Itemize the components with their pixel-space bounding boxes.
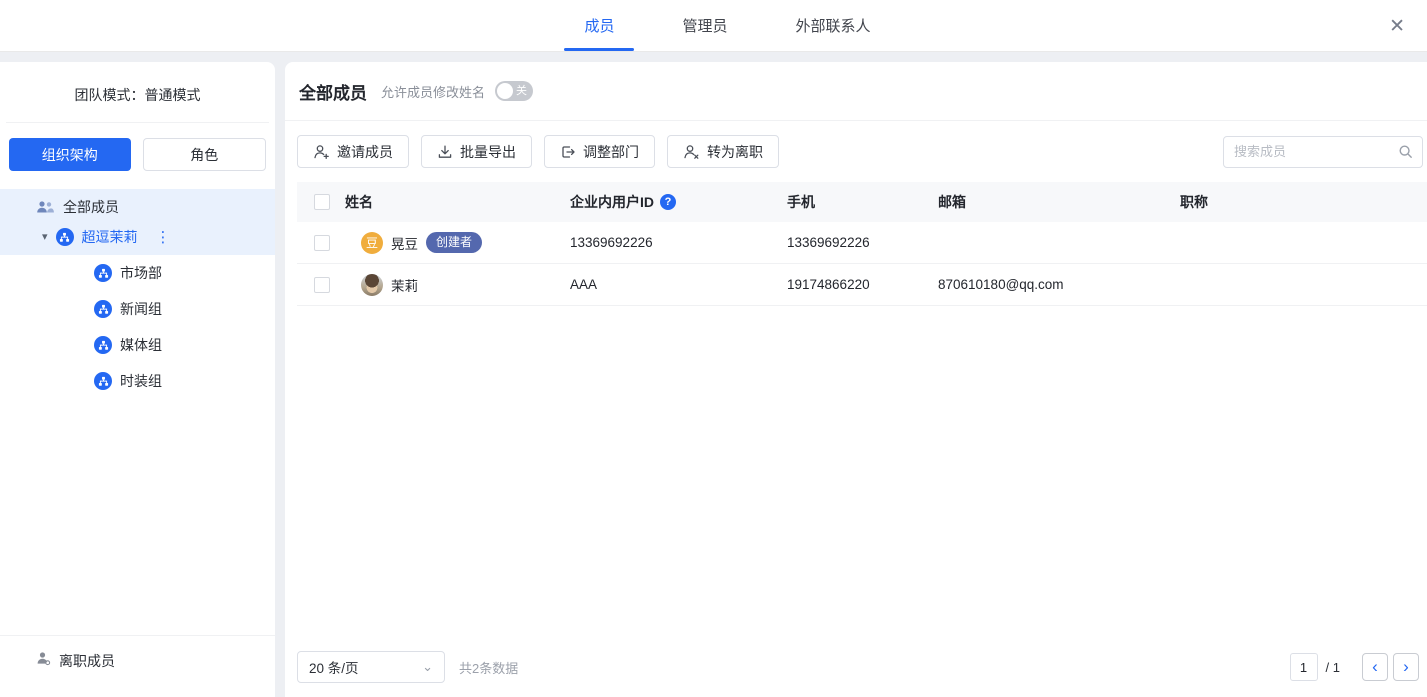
content-area: 团队模式：普通模式 组织架构 角色 全部成员 ▾ 超逗茉莉 ⋮ 市场部 新闻组 … (0, 62, 1427, 697)
member-name-cell: 茉莉 (345, 273, 570, 296)
top-tab-bar: 成员 管理员 外部联系人 ✕ (0, 0, 1427, 52)
column-header-user-id: 企业内用户ID ? (570, 192, 787, 212)
org-structure-button[interactable]: 组织架构 (9, 138, 131, 171)
department-icon (55, 228, 74, 246)
allow-rename-label: 允许成员修改姓名 (381, 84, 486, 100)
adjust-department-button[interactable]: 调整部门 (544, 135, 655, 168)
close-icon[interactable]: ✕ (1383, 0, 1411, 52)
avatar (361, 273, 383, 296)
tab-members[interactable]: 成员 (564, 0, 635, 51)
search-input[interactable] (1234, 144, 1398, 159)
column-header-title: 职称 (1180, 194, 1208, 210)
member-phone: 19174866220 (787, 277, 870, 292)
more-options-icon[interactable]: ⋮ (156, 228, 171, 246)
current-page-box[interactable]: 1 (1289, 653, 1318, 681)
column-header-name: 姓名 (345, 194, 373, 210)
chevron-down-icon: ⌄ (422, 659, 433, 674)
tree-item-department[interactable]: 市场部 (0, 255, 275, 291)
invite-member-icon (313, 144, 330, 160)
tree-item-label: 时装组 (120, 373, 162, 389)
team-mode-label: 团队模式：普通模式 (74, 87, 201, 103)
sidebar: 团队模式：普通模式 组织架构 角色 全部成员 ▾ 超逗茉莉 ⋮ 市场部 新闻组 … (0, 62, 275, 697)
tree-item-label: 全部成员 (63, 199, 119, 215)
selected-tree-block: 全部成员 ▾ 超逗茉莉 ⋮ (0, 189, 275, 255)
department-icon (94, 300, 112, 318)
pagination: 1 / 1 ‹ › (1289, 653, 1419, 681)
creator-badge: 创建者 (426, 232, 483, 253)
tree-item-all-members[interactable]: 全部成员 (0, 192, 275, 222)
tab-admins[interactable]: 管理员 (662, 0, 747, 51)
allow-rename-toggle[interactable]: 关 (495, 81, 534, 101)
column-header-email: 邮箱 (938, 194, 966, 210)
next-page-button[interactable]: › (1393, 653, 1419, 681)
help-icon[interactable]: ? (660, 194, 676, 210)
members-group-icon (36, 200, 55, 215)
invite-member-button[interactable]: 邀请成员 (297, 135, 409, 168)
button-label: 邀请成员 (337, 143, 393, 160)
department-icon (94, 264, 112, 282)
row-checkbox[interactable] (314, 276, 330, 293)
avatar: 豆 (361, 231, 383, 254)
search-box (1223, 135, 1423, 168)
tree-item-department[interactable]: 时装组 (0, 363, 275, 399)
prev-page-button[interactable]: ‹ (1362, 653, 1388, 681)
tree-item-company[interactable]: ▾ 超逗茉莉 ⋮ (0, 222, 275, 252)
department-icon (94, 336, 112, 354)
resigned-members-item[interactable]: 离职成员 (0, 635, 275, 697)
search-icon[interactable] (1398, 144, 1413, 159)
member-email: 870610180@qq.com (938, 277, 1064, 292)
column-header-phone: 手机 (787, 194, 815, 210)
tree-item-label: 媒体组 (120, 337, 162, 353)
total-pages-label: / 1 (1325, 659, 1340, 675)
person-remove-icon (683, 144, 700, 160)
button-label: 调整部门 (583, 143, 639, 160)
move-out-icon (560, 144, 576, 160)
row-checkbox[interactable] (314, 234, 330, 251)
tree-item-department[interactable]: 媒体组 (0, 327, 275, 363)
tree-item-label: 超逗茉莉 (81, 229, 138, 245)
table-header-row: 姓名 企业内用户ID ? 手机 邮箱 职称 (297, 182, 1427, 222)
member-phone: 13369692226 (787, 235, 870, 250)
caret-down-icon[interactable]: ▾ (42, 231, 48, 243)
department-icon (94, 372, 112, 390)
button-label: 转为离职 (707, 143, 763, 160)
table-footer: 20 条/页 ⌄ 共2条数据 1 / 1 ‹ › (297, 651, 1419, 683)
org-tree: 全部成员 ▾ 超逗茉莉 ⋮ 市场部 新闻组 媒体组 时装组 (0, 189, 275, 399)
total-count-label: 共2条数据 (459, 660, 519, 676)
resigned-person-icon (36, 651, 51, 666)
page-size-value: 20 条/页 (309, 661, 359, 676)
toolbar: 邀请成员 批量导出 调整部门 转为离职 搜索成员 (285, 121, 1427, 182)
tree-item-department[interactable]: 新闻组 (0, 291, 275, 327)
tab-group: 成员 管理员 外部联系人 (564, 0, 890, 51)
member-name: 晃豆 (391, 236, 418, 252)
toggle-knob (497, 83, 514, 99)
button-label: 批量导出 (460, 143, 516, 160)
tab-external-contacts[interactable]: 外部联系人 (776, 0, 891, 51)
convert-to-resigned-button[interactable]: 转为离职 (667, 135, 779, 168)
main-panel: 全部成员 允许成员修改姓名 关 邀请成员 批量导出 调整部门 转为离职 搜索成员… (285, 62, 1427, 697)
member-name-cell: 豆 晃豆 创建者 (345, 231, 570, 254)
main-header: 全部成员 允许成员修改姓名 关 (285, 62, 1427, 121)
toggle-state-label: 关 (516, 84, 528, 97)
member-user-id: AAA (570, 277, 598, 292)
member-user-id: 13369692226 (570, 235, 653, 250)
role-button[interactable]: 角色 (142, 138, 266, 171)
download-icon (437, 144, 453, 160)
resigned-members-label: 离职成员 (59, 653, 115, 669)
table-row[interactable]: 豆 晃豆 创建者 13369692226 13369692226 (297, 222, 1427, 264)
select-all-checkbox[interactable] (314, 194, 330, 210)
page-size-select[interactable]: 20 条/页 ⌄ (297, 651, 445, 683)
table-row[interactable]: 茉莉 AAA 19174866220 870610180@qq.com (297, 264, 1427, 306)
sidebar-mode-buttons: 组织架构 角色 (0, 123, 275, 179)
page-title: 全部成员 (299, 83, 367, 103)
tree-item-label: 新闻组 (120, 301, 162, 317)
tree-item-label: 市场部 (120, 265, 162, 281)
batch-export-button[interactable]: 批量导出 (421, 135, 532, 168)
member-name: 茉莉 (391, 278, 418, 294)
